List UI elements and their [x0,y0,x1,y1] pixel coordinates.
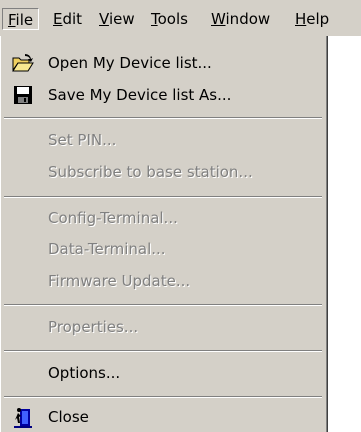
menu-view[interactable]: View [94,8,140,30]
menu-separator [4,350,322,352]
menu-help-mnemonic: H [295,10,307,28]
menu-tools[interactable]: Tools [146,8,193,30]
config-terminal-label: Config-Terminal... [48,209,178,227]
set-pin-label: Set PIN... [48,131,117,149]
menu-edit-label: dit [62,10,83,28]
menu-tools-mnemonic: T [151,10,158,28]
open-folder-icon [12,52,34,74]
open-device-list-label: Open My Device list... [48,54,212,72]
options-label: Options... [48,364,121,382]
menu-file-mnemonic: F [8,11,16,29]
menu-separator [4,117,322,119]
menu-edit[interactable]: Edit [48,8,87,30]
menu-bar: File Edit View Tools Window Help [0,0,361,36]
menu-view-label: iew [108,10,135,28]
close-label: Close [48,408,89,426]
menu-separator [4,396,322,398]
menu-view-mnemonic: V [99,10,109,28]
subscribe-base-station-label: Subscribe to base station... [48,163,253,181]
menu-file-label: ile [15,11,34,29]
menu-item-save-device-list[interactable]: Save My Device list As... [0,80,326,110]
menu-separator [4,196,322,198]
exit-door-icon [12,406,34,428]
data-terminal-label: Data-Terminal... [48,240,166,258]
menu-item-open-device-list[interactable]: Open My Device list... [0,48,326,78]
firmware-update-label: Firmware Update... [48,272,191,290]
menu-window-mnemonic: W [211,10,226,28]
menu-help[interactable]: Help [290,8,334,30]
menu-window-label: indow [225,10,271,28]
properties-label: Properties... [48,318,139,336]
floppy-disk-icon [12,84,34,106]
save-device-list-label: Save My Device list As... [48,86,232,104]
menu-tools-label: ools [157,10,188,28]
menu-item-firmware-update[interactable]: Firmware Update... [0,266,326,296]
menu-item-close[interactable]: Close [0,402,326,432]
file-menu-dropdown: Open My Device list... Save My Device li… [0,36,328,432]
menu-item-config-terminal[interactable]: Config-Terminal... [0,203,326,233]
menu-item-data-terminal[interactable]: Data-Terminal... [0,234,326,264]
menu-window[interactable]: Window [206,8,275,30]
menu-item-subscribe-base-station[interactable]: Subscribe to base station... [0,157,326,187]
menu-separator [4,304,322,306]
menu-item-set-pin[interactable]: Set PIN... [0,125,326,155]
menu-file[interactable]: File [2,8,40,30]
menu-help-label: elp [306,10,330,28]
menu-item-properties[interactable]: Properties... [0,312,326,342]
menu-item-options[interactable]: Options... [0,358,326,388]
